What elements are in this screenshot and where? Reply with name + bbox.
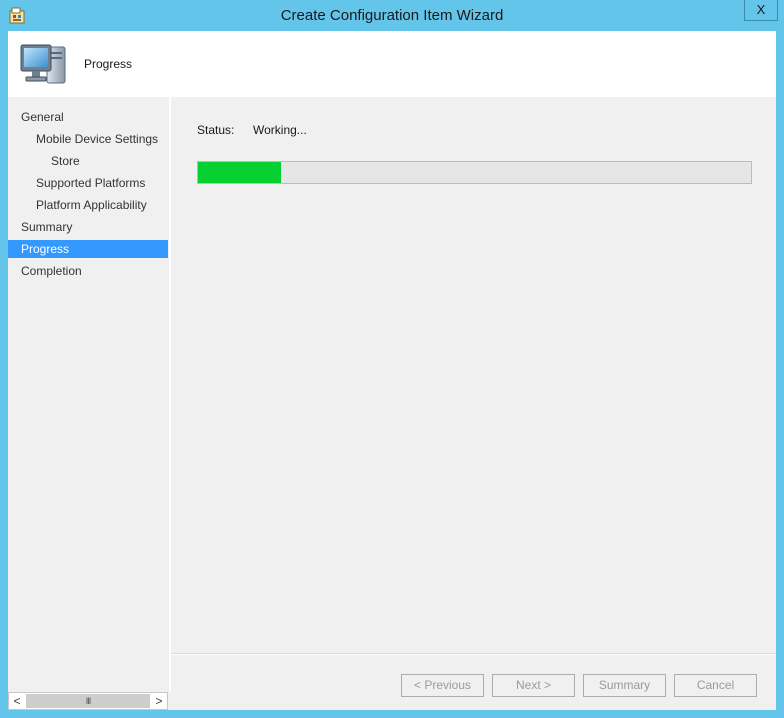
nav-item-summary[interactable]: Summary xyxy=(8,218,168,236)
previous-button[interactable]: < Previous xyxy=(401,674,484,697)
window-title: Create Configuration Item Wizard xyxy=(280,7,504,24)
nav-item-supported-platforms[interactable]: Supported Platforms xyxy=(8,174,168,192)
wizard-window: Create Configuration Item Wizard X Progr… xyxy=(0,0,784,718)
scrollbar-thumb[interactable]: III xyxy=(26,694,150,708)
computer-monitor-icon xyxy=(20,44,66,84)
progress-bar xyxy=(197,161,752,184)
nav-item-platform-applicability[interactable]: Platform Applicability xyxy=(8,196,168,214)
summary-button[interactable]: Summary xyxy=(583,674,666,697)
nav-horizontal-scrollbar[interactable]: < III > xyxy=(8,692,168,710)
nav-item-mobile-device-settings[interactable]: Mobile Device Settings xyxy=(8,130,168,148)
nav-item-progress[interactable]: Progress xyxy=(8,240,168,258)
status-label: Status: xyxy=(197,123,235,137)
wizard-step-nav: General Mobile Device Settings Store Sup… xyxy=(8,97,171,691)
cancel-button[interactable]: Cancel xyxy=(674,674,757,697)
progress-page: Status: Working... xyxy=(171,97,776,710)
grip-icon: III xyxy=(85,696,91,706)
nav-item-store[interactable]: Store xyxy=(8,152,168,170)
wizard-header: Progress xyxy=(8,31,776,97)
nav-item-completion[interactable]: Completion xyxy=(8,262,168,280)
page-title: Progress xyxy=(84,57,133,71)
scroll-left-icon[interactable]: < xyxy=(9,693,25,709)
status-value: Working... xyxy=(253,123,307,137)
progress-bar-fill xyxy=(198,162,281,183)
next-button[interactable]: Next > xyxy=(492,674,575,697)
wizard-client-area: Progress General Mobile Device Settings … xyxy=(8,31,776,710)
scroll-right-icon[interactable]: > xyxy=(151,693,167,709)
nav-item-general[interactable]: General xyxy=(8,108,168,126)
close-button[interactable]: X xyxy=(744,0,778,21)
close-icon: X xyxy=(756,2,766,17)
title-bar[interactable]: Create Configuration Item Wizard X xyxy=(0,0,784,31)
footer-divider xyxy=(171,653,776,655)
